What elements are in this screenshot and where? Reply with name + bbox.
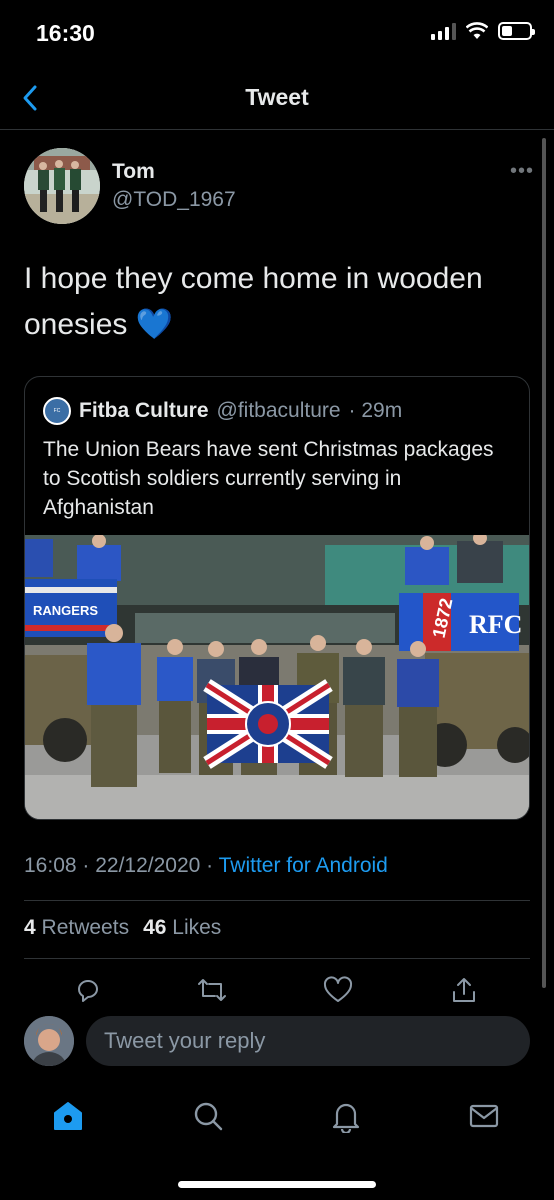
more-options-icon[interactable]: ••• bbox=[510, 160, 534, 183]
tweet-stats: 4 Retweets 46 Likes bbox=[24, 916, 221, 940]
home-icon[interactable] bbox=[48, 1096, 88, 1136]
divider bbox=[24, 958, 530, 959]
quote-time-ago: · 29m bbox=[348, 399, 403, 422]
tab-bar bbox=[0, 1078, 554, 1200]
status-time: 16:30 bbox=[36, 20, 95, 46]
reply-icon[interactable] bbox=[70, 972, 106, 1008]
quote-header: FC Fitba Culture @fitbaculture · 29m bbox=[43, 397, 402, 425]
tweet-author: Tom @TOD_1967 ••• bbox=[24, 148, 534, 228]
status-icons bbox=[431, 22, 535, 40]
scrollbar[interactable] bbox=[542, 138, 546, 988]
messages-icon[interactable] bbox=[464, 1096, 504, 1136]
notifications-icon[interactable] bbox=[326, 1096, 366, 1136]
battery-icon bbox=[498, 22, 535, 40]
quote-text: The Union Bears have sent Christmas pack… bbox=[43, 438, 494, 519]
share-icon[interactable] bbox=[446, 972, 482, 1008]
user-avatar[interactable] bbox=[24, 1016, 74, 1066]
divider bbox=[24, 900, 530, 901]
quote-author-avatar: FC bbox=[43, 397, 71, 425]
quoted-tweet[interactable]: FC Fitba Culture @fitbaculture · 29m The… bbox=[24, 376, 530, 820]
page-title: Tweet bbox=[245, 84, 309, 110]
search-icon[interactable] bbox=[188, 1096, 228, 1136]
tweet-timestamp: 16:08 · 22/12/2020 · bbox=[24, 854, 219, 877]
tweet-text: I hope they come home in wooden onesies … bbox=[24, 262, 483, 341]
signal-icon bbox=[431, 22, 456, 40]
retweet-icon[interactable] bbox=[194, 972, 230, 1008]
nav-bar: Tweet bbox=[0, 66, 554, 130]
author-handle[interactable]: @TOD_1967 bbox=[112, 188, 236, 212]
svg-text:RFC: RFC bbox=[469, 610, 522, 639]
quote-author-name: Fitba Culture bbox=[79, 399, 209, 422]
retweets-stat[interactable]: 4 Retweets bbox=[24, 916, 129, 940]
like-icon[interactable] bbox=[320, 972, 356, 1008]
reply-bar: Tweet your reply bbox=[0, 1004, 554, 1078]
quote-author-handle: @fitbaculture bbox=[216, 399, 341, 422]
tweet-actions bbox=[0, 972, 554, 1008]
likes-stat[interactable]: 46 Likes bbox=[143, 916, 221, 940]
tweet-meta: 16:08 · 22/12/2020 · Twitter for Android bbox=[24, 854, 388, 878]
reply-input[interactable]: Tweet your reply bbox=[86, 1016, 530, 1066]
quote-photo[interactable]: RANGERS 1872 RFC bbox=[25, 535, 530, 820]
home-indicator[interactable] bbox=[178, 1181, 376, 1188]
flag-text: RANGERS bbox=[33, 603, 98, 618]
tweet-source-link[interactable]: Twitter for Android bbox=[219, 854, 388, 877]
author-name[interactable]: Tom bbox=[112, 160, 155, 184]
wifi-icon bbox=[466, 22, 488, 39]
status-bar: 16:30 bbox=[0, 0, 554, 66]
author-avatar[interactable] bbox=[24, 148, 100, 224]
